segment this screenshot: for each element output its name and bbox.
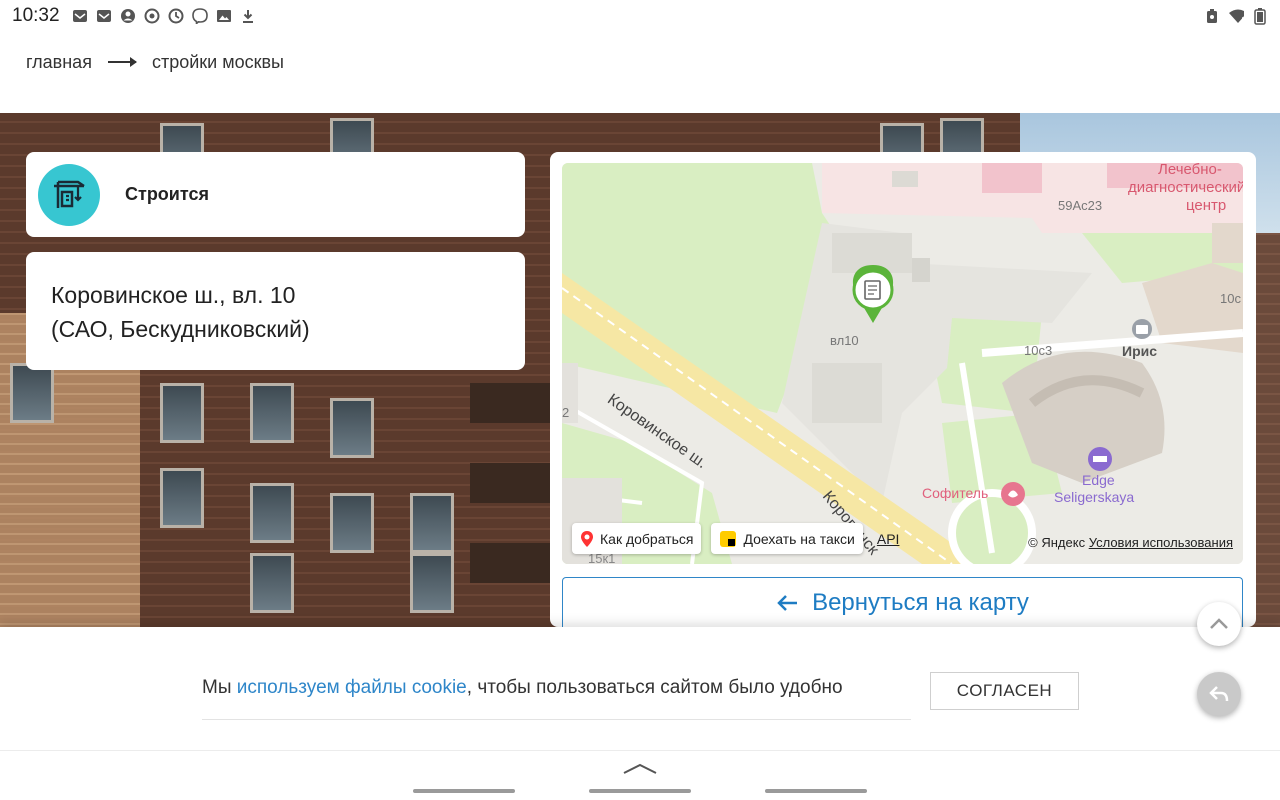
back-to-map-button[interactable]: Вернуться на карту: [562, 577, 1243, 627]
hero-window: [10, 363, 54, 423]
mail-icon: [72, 8, 88, 24]
expand-up-icon[interactable]: [622, 761, 658, 775]
hero-window: [410, 553, 454, 613]
map-panel: Лечебно- диагностический центр 59Ас23 10…: [550, 152, 1256, 627]
cookie-suffix: , чтобы пользоваться сайтом было удобно: [466, 677, 843, 698]
chevron-up-icon: [1210, 618, 1228, 629]
reply-icon: [1209, 686, 1229, 702]
taxi-button[interactable]: Доехать на такси: [711, 523, 863, 554]
cookie-prefix: Мы: [202, 677, 237, 698]
hero-window: [410, 493, 454, 553]
map-label-street: Коровинское ш.: [604, 391, 710, 473]
taxi-icon: [720, 530, 737, 547]
cookie-policy-link[interactable]: используем файлы cookie: [237, 677, 467, 698]
wifi-icon: [1228, 8, 1244, 24]
system-icons: [1204, 8, 1268, 25]
hero-window: [160, 468, 204, 528]
clock: 10:32: [12, 5, 60, 26]
map-label-medical: Лечебно-: [1158, 163, 1222, 178]
hero-window: [250, 553, 294, 613]
construction-crane-icon: [38, 163, 100, 226]
hero-balcony: [470, 463, 550, 503]
map-label-house: 10с: [1220, 291, 1241, 306]
hero-balcony: [470, 383, 550, 423]
breadcrumb-arrow-icon: [107, 57, 137, 67]
download-icon: [240, 8, 256, 24]
map-label-iris: Ирис: [1122, 343, 1158, 359]
cookie-accept-button[interactable]: СОГЛАСЕН: [930, 672, 1079, 710]
hero-balcony: [470, 543, 550, 583]
map-label-medical: центр: [1186, 197, 1227, 214]
battery-icon: [1252, 8, 1268, 25]
map-pin-icon: [581, 530, 593, 547]
sync-icon: [144, 8, 160, 24]
hero-window: [250, 483, 294, 543]
route-button-label: Как добраться: [600, 530, 694, 547]
taxi-button-label: Доехать на такси: [743, 530, 855, 547]
terms-link[interactable]: Условия использования: [1089, 535, 1233, 550]
account-icon: [120, 8, 136, 24]
map-label-sofitel: Софитель: [922, 485, 989, 501]
hero-window: [250, 383, 294, 443]
status-bar: 10:32: [0, 0, 1280, 32]
breadcrumb-current-link[interactable]: стройки москвы: [152, 52, 284, 73]
sync-icon: [168, 8, 184, 24]
map-label-house: 2: [562, 405, 570, 420]
nav-handle[interactable]: [765, 789, 867, 793]
breadcrumb: главная стройки москвы: [26, 50, 284, 74]
map-copyright: © Яндекс Условия использования: [1028, 535, 1233, 550]
image-icon: [216, 8, 232, 24]
map-label-medical: диагностический: [1128, 179, 1243, 196]
viber-icon: [191, 8, 208, 24]
route-button[interactable]: Как добраться: [572, 523, 702, 554]
map-label-house: 10с3: [1024, 343, 1053, 358]
address-card: Коровинское ш., вл. 10 (САО, Бескудников…: [26, 252, 525, 370]
yandex-map[interactable]: Лечебно- диагностический центр 59Ас23 10…: [562, 163, 1243, 564]
map-label-edge: Seligerskaya: [1054, 489, 1135, 505]
scroll-up-button[interactable]: [1197, 602, 1241, 646]
map-controls: Как добраться Доехать на такси API: [572, 523, 899, 554]
cookie-banner: Мы используем файлы cookie, чтобы пользо…: [0, 627, 1280, 750]
nav-handle[interactable]: [589, 789, 691, 793]
breadcrumb-home-link[interactable]: главная: [26, 52, 92, 73]
notification-icons: [72, 8, 256, 24]
api-link[interactable]: API: [877, 531, 900, 547]
hero-window: [330, 493, 374, 553]
arrow-left-icon: [777, 594, 798, 611]
back-to-map-label: Вернуться на карту: [812, 588, 1029, 616]
cookie-message: Мы используем файлы cookie, чтобы пользо…: [202, 677, 911, 720]
mail-icon: [96, 8, 112, 24]
address-line: Коровинское ш., вл. 10: [51, 282, 296, 308]
status-label: Строится: [125, 184, 209, 204]
battery-lock-icon: [1204, 8, 1220, 24]
system-nav-bar: [0, 750, 1280, 800]
reply-button[interactable]: [1197, 672, 1241, 716]
map-label-edge: Edge: [1082, 472, 1115, 488]
yandex-copyright: © Яндекс: [1028, 535, 1086, 550]
map-label-house: 59Ас23: [1058, 198, 1103, 213]
hero-window: [330, 398, 374, 458]
nav-handle[interactable]: [413, 789, 515, 793]
hero-window: [160, 383, 204, 443]
map-label-marker: вл10: [830, 333, 859, 348]
district-line: (САО, Бескудниковский): [51, 316, 310, 342]
construction-status-card: Строится: [26, 152, 525, 237]
